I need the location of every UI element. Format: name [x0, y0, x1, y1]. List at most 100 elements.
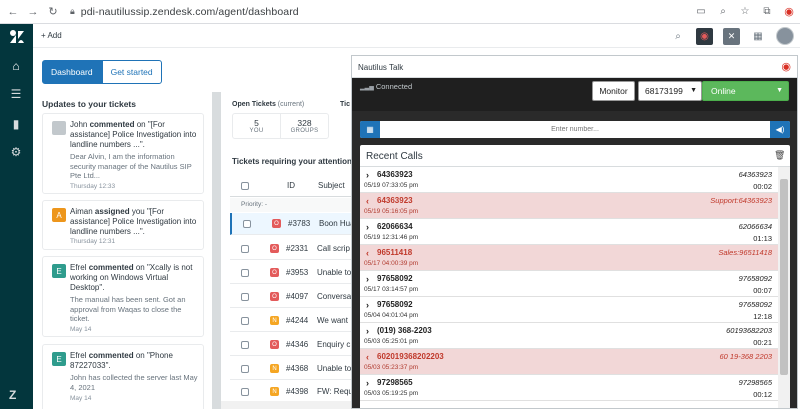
user-avatar[interactable]: [776, 27, 794, 45]
product-tray-icon[interactable]: ▦: [750, 28, 766, 44]
ticket-subject[interactable]: Call scrip: [317, 244, 351, 253]
trash-icon[interactable]: 🗑︎: [774, 150, 785, 160]
call-row[interactable]: ‹ 96511418 05/17 04:00:39 pm Sales:96511418: [360, 245, 778, 271]
nautilus-extension-icon[interactable]: ◉: [782, 4, 796, 18]
call-row[interactable]: › 97658092 05/17 03:14:57 pm 97658092 00:07: [360, 271, 778, 297]
forward-arrow-icon[interactable]: →: [26, 5, 40, 19]
reporting-icon[interactable]: ▮: [8, 116, 24, 132]
call-number[interactable]: (019) 368-2203: [377, 326, 432, 335]
select-all-checkbox[interactable]: [241, 182, 249, 190]
ticket-subject[interactable]: Boon Hua: [319, 219, 353, 228]
number-input[interactable]: [382, 122, 768, 137]
call-number[interactable]: 602019368202203: [377, 352, 444, 361]
table-row[interactable]: N #4398 FW: Requ: [230, 381, 351, 403]
keypad-icon[interactable]: ▦: [360, 121, 380, 138]
ticket-id: #3783: [288, 219, 311, 228]
call-number[interactable]: 64363923: [377, 170, 413, 179]
add-button[interactable]: + Add: [41, 31, 62, 40]
search-icon[interactable]: ⌕: [670, 28, 686, 44]
call-row[interactable]: › 97298565 05/03 05:19:25 pm 97298565 00:12: [360, 375, 778, 401]
zendesk-z-icon: Z: [9, 388, 17, 402]
ticket-subject[interactable]: FW: Requ: [317, 387, 351, 396]
status-badge: O: [270, 244, 279, 253]
call-duration: 12:18: [753, 312, 772, 321]
status-badge: N: [270, 364, 279, 373]
panel-scrollbar[interactable]: [212, 92, 221, 409]
call-number[interactable]: 97298565: [377, 378, 413, 387]
update-time: May 14: [70, 395, 92, 402]
call-row[interactable]: › 97658092 05/04 04:01:04 pm 97658092 12:18: [360, 297, 778, 323]
ticket-id: #4097: [286, 292, 309, 301]
tab-dashboard[interactable]: Dashboard: [42, 60, 102, 84]
row-checkbox[interactable]: [241, 341, 249, 349]
call-date: 05/03 05:19:25 pm: [364, 390, 419, 397]
bookmark-star-icon[interactable]: ☆: [738, 4, 752, 18]
open-tickets-you[interactable]: 5 YOU: [233, 114, 280, 138]
nautilus-talk-panel: Nautilus Talk ◉ ▂▃▅ Connected Monitor 681…: [351, 55, 798, 409]
row-checkbox[interactable]: [241, 245, 249, 253]
call-number[interactable]: 64363923: [377, 196, 413, 205]
monitor-button[interactable]: Monitor: [592, 81, 635, 101]
call-row[interactable]: › 64363923 05/19 07:33:05 pm 64363923 00:02: [360, 167, 778, 193]
update-card[interactable]: John commented on "[For assistance] Poli…: [42, 113, 204, 194]
ticket-subject[interactable]: Enquiry c: [317, 340, 351, 349]
call-number[interactable]: 96511418: [377, 248, 412, 257]
status-badge: O: [270, 268, 279, 277]
address-bar[interactable]: pdi-nautilussip.zendesk.com/agent/dashbo…: [81, 6, 299, 18]
presence-select[interactable]: Online ▼: [702, 81, 789, 101]
table-row[interactable]: O #3783 Boon Hua: [230, 213, 353, 235]
update-card[interactable]: A Aiman assigned you "[For assistance] P…: [42, 200, 204, 250]
ticket-subject[interactable]: We want: [317, 316, 351, 325]
extensions-icon[interactable]: ⧉: [760, 4, 774, 18]
scroll-thumb[interactable]: [780, 179, 788, 375]
call-number[interactable]: 62066634: [377, 222, 413, 231]
row-checkbox[interactable]: [241, 293, 249, 301]
volume-icon[interactable]: ◀): [770, 121, 790, 138]
column-subject[interactable]: Subject: [318, 181, 345, 190]
table-row[interactable]: O #2331 Call scrip: [230, 238, 351, 260]
tab-get-started[interactable]: Get started: [101, 60, 162, 84]
row-checkbox[interactable]: [241, 365, 249, 373]
row-checkbox[interactable]: [241, 388, 249, 396]
agent-topbar: + Add ⌕ ◉ ✕ ▦: [33, 24, 800, 48]
zoom-icon[interactable]: ⌕: [716, 4, 730, 18]
row-checkbox[interactable]: [241, 269, 249, 277]
call-row[interactable]: › (019) 368-2203 05/03 05:25:01 pm 60193682…: [360, 323, 778, 349]
call-row[interactable]: ‹ 602019368202203 05/03 05:23:37 pm 60 19-3…: [360, 349, 778, 375]
call-number[interactable]: 97658092: [377, 274, 413, 283]
app-x-button[interactable]: ✕: [723, 27, 740, 45]
open-tickets-cards: 5 YOU 328 GROUPS: [232, 113, 329, 139]
left-navigation: ⌂ ☰ ▮ ⚙ Z: [0, 24, 33, 409]
views-icon[interactable]: ☰: [8, 86, 24, 102]
tickets-title: Tickets requiring your attention: [232, 157, 352, 166]
update-time: May 14: [70, 326, 92, 333]
open-tickets-groups[interactable]: 328 GROUPS: [280, 114, 328, 138]
ticket-subject[interactable]: Unable to: [317, 268, 351, 277]
calls-scrollbar[interactable]: [778, 167, 790, 408]
reload-icon[interactable]: ↻: [46, 5, 60, 19]
column-id[interactable]: ID: [287, 181, 295, 190]
back-arrow-icon[interactable]: ←: [6, 5, 20, 19]
cast-icon[interactable]: ▭: [694, 4, 708, 18]
zendesk-logo-icon[interactable]: [9, 30, 25, 44]
ticket-subject[interactable]: Unable to: [317, 364, 351, 373]
home-icon[interactable]: ⌂: [8, 58, 24, 74]
admin-gear-icon[interactable]: ⚙: [8, 144, 24, 160]
update-card[interactable]: E Efrel commented on "Phone 87227033". J…: [42, 344, 204, 409]
call-row[interactable]: ‹ 64363923 05/19 05:16:05 pm Support:643639…: [360, 193, 778, 219]
horizontal-scrollbar[interactable]: [221, 401, 351, 409]
update-card[interactable]: E Efrel commented on "Xcally is not work…: [42, 256, 204, 337]
ticket-subject[interactable]: Conversa: [317, 292, 351, 301]
row-checkbox[interactable]: [241, 317, 249, 325]
nautilus-app-button[interactable]: ◉: [696, 27, 713, 45]
call-row[interactable]: › 62066634 05/19 12:31:46 pm 62066634 01:13: [360, 219, 778, 245]
extension-select[interactable]: 68173199 ▼: [638, 81, 702, 101]
call-number[interactable]: 97658092: [377, 300, 413, 309]
row-checkbox[interactable]: [243, 220, 251, 228]
table-row[interactable]: O #3953 Unable to: [230, 262, 351, 284]
table-row[interactable]: N #4368 Unable to: [230, 358, 351, 380]
table-row[interactable]: N #4244 We want: [230, 310, 351, 332]
table-row[interactable]: O #4346 Enquiry c: [230, 334, 351, 356]
lock-icon[interactable]: 🔒︎: [70, 6, 75, 17]
table-row[interactable]: O #4097 Conversa: [230, 286, 351, 308]
